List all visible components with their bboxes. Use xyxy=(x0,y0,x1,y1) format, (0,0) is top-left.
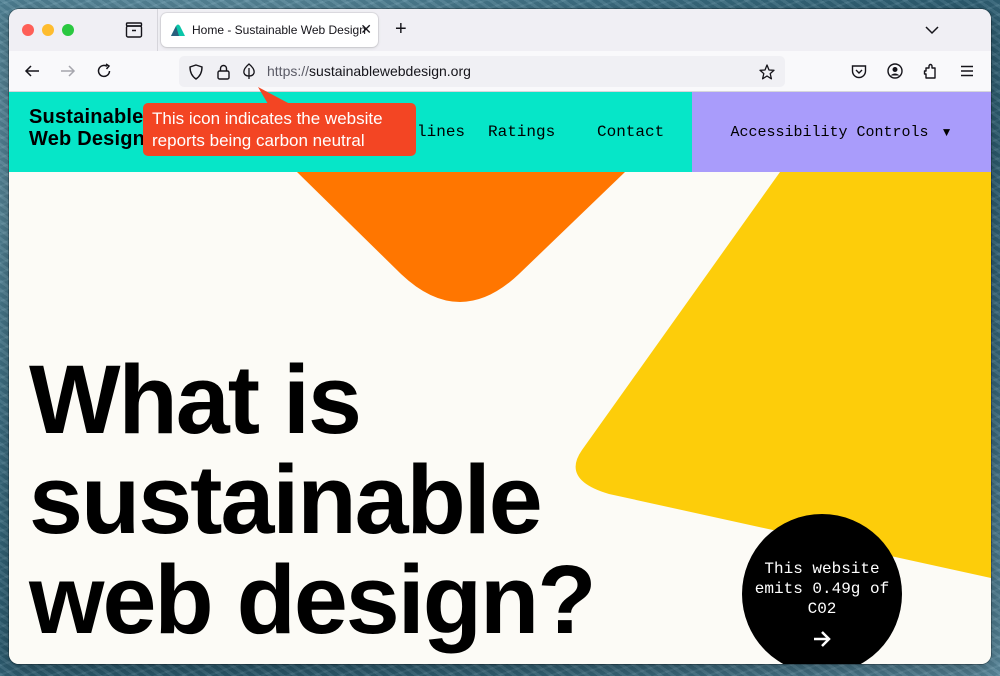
account-icon[interactable] xyxy=(886,62,904,80)
zoom-window-button[interactable] xyxy=(62,24,74,36)
web-page: Sustainable Web Design Guidelines Rating… xyxy=(9,92,991,664)
new-tab-button[interactable]: + xyxy=(395,19,407,39)
arrow-right-icon[interactable] xyxy=(59,62,77,80)
accessibility-controls-button[interactable]: Accessibility Controls ▼ xyxy=(692,92,991,172)
tab-strip: Home - Sustainable Web Design ✕ + xyxy=(9,9,991,51)
tab-separator xyxy=(157,9,158,51)
orange-shape xyxy=(297,172,625,302)
tab-title: Home - Sustainable Web Design xyxy=(192,23,366,37)
navigation-toolbar: https://sustainablewebdesign.org xyxy=(9,51,991,92)
firefox-view-icon[interactable] xyxy=(125,21,143,39)
arrow-right-icon xyxy=(814,631,831,647)
yellow-shape xyxy=(575,172,991,578)
star-icon[interactable] xyxy=(759,63,775,80)
url-host: sustainablewebdesign.org xyxy=(309,63,471,79)
url-scheme: https:// xyxy=(267,63,310,79)
logo-line-2: Web Design xyxy=(29,128,146,150)
shield-icon[interactable] xyxy=(188,63,204,80)
nav-link-ratings[interactable]: Ratings xyxy=(488,123,555,141)
arrow-left-icon[interactable] xyxy=(23,62,41,80)
minimize-window-button[interactable] xyxy=(42,24,54,36)
close-window-button[interactable] xyxy=(22,24,34,36)
accessibility-controls-label: Accessibility Controls xyxy=(730,123,929,141)
site-favicon-icon xyxy=(171,24,185,36)
co2-emissions-text: This website emits 0.49g of C02 xyxy=(754,560,890,618)
leaf-icon[interactable] xyxy=(241,63,257,80)
logo-line-1: Sustainable xyxy=(29,106,144,128)
tab-home[interactable]: Home - Sustainable Web Design ✕ xyxy=(161,13,378,47)
lock-icon[interactable] xyxy=(215,63,231,80)
caret-down-icon: ▼ xyxy=(940,125,953,139)
hero-line-3: web design? xyxy=(29,545,596,654)
hero-title: What is sustainable web design? xyxy=(29,345,596,654)
url-text[interactable]: https://sustainablewebdesign.org xyxy=(267,63,471,79)
hamburger-icon[interactable] xyxy=(958,62,976,80)
hero-line-2: sustainable xyxy=(29,445,543,554)
pocket-icon[interactable] xyxy=(850,62,868,80)
site-logo[interactable]: Sustainable Web Design xyxy=(29,106,145,150)
puzzle-icon[interactable] xyxy=(922,62,940,80)
close-icon[interactable]: ✕ xyxy=(360,21,372,37)
co2-emissions-badge[interactable]: This website emits 0.49g of C02 xyxy=(742,514,902,664)
url-bar[interactable]: https://sustainablewebdesign.org xyxy=(179,56,785,87)
chevron-down-icon[interactable] xyxy=(925,22,939,40)
hero-line-1: What is xyxy=(29,345,362,454)
reload-icon[interactable] xyxy=(95,62,113,80)
annotation-tooltip: This icon indicates the website reports … xyxy=(143,103,416,156)
nav-link-contact[interactable]: Contact xyxy=(597,123,664,141)
